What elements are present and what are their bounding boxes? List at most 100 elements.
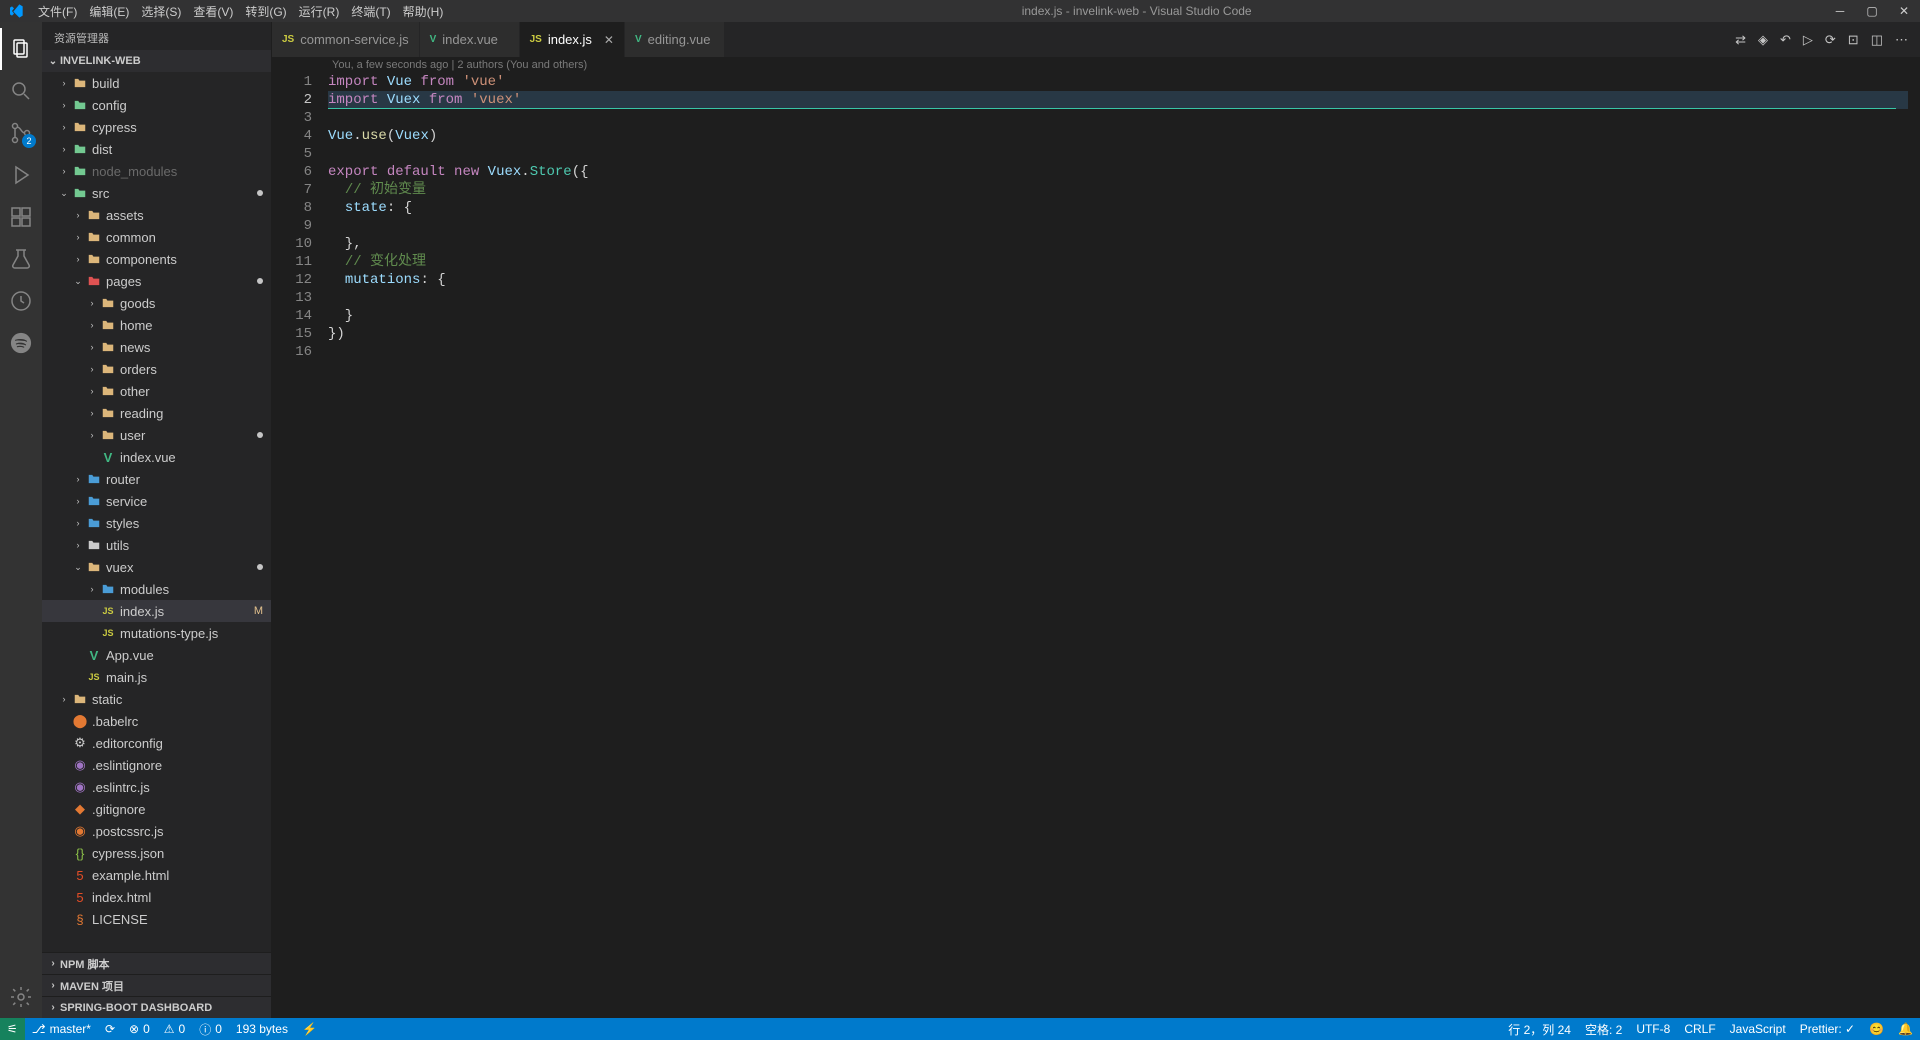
- file-App.vue[interactable]: VApp.vue: [42, 644, 271, 666]
- timeline-icon[interactable]: [0, 280, 42, 322]
- folder-user[interactable]: ›user: [42, 424, 271, 446]
- code-content[interactable]: import Vue from 'vue'import Vuex from 'v…: [328, 73, 1908, 1018]
- minimize-button[interactable]: ─: [1824, 4, 1856, 18]
- statusbar-left-4[interactable]: ⓘ0: [192, 1018, 229, 1040]
- file-mutations-type.js[interactable]: JSmutations-type.js: [42, 622, 271, 644]
- folder-dist[interactable]: ›dist: [42, 138, 271, 160]
- menu-item-3[interactable]: 查看(V): [187, 3, 239, 20]
- code-line[interactable]: },: [328, 235, 1908, 253]
- close-tab-icon[interactable]: ✕: [604, 33, 614, 47]
- statusbar-right-6[interactable]: 😊: [1862, 1018, 1891, 1040]
- folder-other[interactable]: ›other: [42, 380, 271, 402]
- folder-utils[interactable]: ›utils: [42, 534, 271, 556]
- folder-pages[interactable]: ⌄pages: [42, 270, 271, 292]
- tab-index.js[interactable]: JSindex.js✕: [520, 22, 625, 57]
- section-spring-boot-dashboard[interactable]: ›SPRING-BOOT DASHBOARD: [42, 996, 271, 1018]
- code-line[interactable]: [328, 145, 1908, 163]
- file-.babelrc[interactable]: ⬤.babelrc: [42, 710, 271, 732]
- file-index.vue[interactable]: Vindex.vue: [42, 446, 271, 468]
- file-example.html[interactable]: 5example.html: [42, 864, 271, 886]
- file-.gitignore[interactable]: ◆.gitignore: [42, 798, 271, 820]
- run-debug-icon[interactable]: [0, 154, 42, 196]
- section-maven-项目[interactable]: ›MAVEN 项目: [42, 974, 271, 996]
- code-line[interactable]: // 初始变量: [328, 181, 1908, 199]
- code-line[interactable]: // 变化处理: [328, 253, 1908, 271]
- section-npm-脚本[interactable]: ›NPM 脚本: [42, 952, 271, 974]
- folder-home[interactable]: ›home: [42, 314, 271, 336]
- folder-static[interactable]: ›static: [42, 688, 271, 710]
- code-line[interactable]: export default new Vuex.Store({: [328, 163, 1908, 181]
- folder-assets[interactable]: ›assets: [42, 204, 271, 226]
- folder-vuex[interactable]: ⌄vuex: [42, 556, 271, 578]
- split-icon[interactable]: ◫: [1871, 32, 1883, 48]
- folder-node_modules[interactable]: ›node_modules: [42, 160, 271, 182]
- tab-common-service.js[interactable]: JScommon-service.js: [272, 22, 420, 57]
- code-line[interactable]: mutations: {: [328, 271, 1908, 289]
- file-LICENSE[interactable]: §LICENSE: [42, 908, 271, 930]
- folder-reading[interactable]: ›reading: [42, 402, 271, 424]
- close-button[interactable]: ✕: [1888, 4, 1920, 18]
- folder-router[interactable]: ›router: [42, 468, 271, 490]
- scm-icon[interactable]: 2: [0, 112, 42, 154]
- folder-styles[interactable]: ›styles: [42, 512, 271, 534]
- folder-news[interactable]: ›news: [42, 336, 271, 358]
- file-.eslintignore[interactable]: ◉.eslintignore: [42, 754, 271, 776]
- menu-item-6[interactable]: 终端(T): [345, 3, 396, 20]
- menu-item-4[interactable]: 转到(G): [239, 3, 292, 20]
- remote-indicator[interactable]: ⚟: [0, 1018, 25, 1040]
- file-index.html[interactable]: 5index.html: [42, 886, 271, 908]
- folder-config[interactable]: ›config: [42, 94, 271, 116]
- file-.editorconfig[interactable]: ⚙.editorconfig: [42, 732, 271, 754]
- code-line[interactable]: state: {: [328, 199, 1908, 217]
- menu-item-5[interactable]: 运行(R): [293, 3, 346, 20]
- menu-item-1[interactable]: 编辑(E): [83, 3, 135, 20]
- tab-editing.vue[interactable]: Vediting.vue: [625, 22, 725, 57]
- file-index.js[interactable]: JSindex.jsM: [42, 600, 271, 622]
- statusbar-right-4[interactable]: JavaScript: [1723, 1018, 1793, 1040]
- file-.postcssrc.js[interactable]: ◉.postcssrc.js: [42, 820, 271, 842]
- code-editor[interactable]: 12345678910111213141516 import Vue from …: [272, 73, 1920, 1018]
- code-line[interactable]: Vue.use(Vuex): [328, 127, 1908, 145]
- code-line[interactable]: }: [328, 307, 1908, 325]
- menu-item-0[interactable]: 文件(F): [32, 3, 83, 20]
- folder-modules[interactable]: ›modules: [42, 578, 271, 600]
- statusbar-left-5[interactable]: 193 bytes: [229, 1018, 295, 1040]
- folder-orders[interactable]: ›orders: [42, 358, 271, 380]
- folder-src[interactable]: ⌄src: [42, 182, 271, 204]
- maximize-button[interactable]: ▢: [1856, 4, 1888, 18]
- folder-build[interactable]: ›build: [42, 72, 271, 94]
- undo-icon[interactable]: ↶: [1780, 32, 1791, 48]
- statusbar-left-3[interactable]: ⚠0: [157, 1018, 192, 1040]
- project-header[interactable]: ⌄ INVELINK-WEB: [42, 50, 271, 72]
- settings-gear-icon[interactable]: [0, 976, 42, 1018]
- file-cypress.json[interactable]: {}cypress.json: [42, 842, 271, 864]
- code-line[interactable]: [328, 217, 1908, 235]
- statusbar-right-2[interactable]: UTF-8: [1629, 1018, 1677, 1040]
- preview-icon[interactable]: ⊡: [1848, 32, 1859, 48]
- code-line[interactable]: [328, 289, 1908, 307]
- code-line[interactable]: [328, 343, 1908, 361]
- statusbar-right-0[interactable]: 行 2，列 24: [1501, 1018, 1578, 1040]
- folder-cypress[interactable]: ›cypress: [42, 116, 271, 138]
- play-icon[interactable]: ▷: [1803, 32, 1813, 48]
- code-line[interactable]: }): [328, 325, 1908, 343]
- spotify-icon[interactable]: [0, 322, 42, 364]
- folder-common[interactable]: ›common: [42, 226, 271, 248]
- refresh-icon[interactable]: ⟳: [1825, 32, 1836, 48]
- statusbar-right-1[interactable]: 空格: 2: [1578, 1018, 1629, 1040]
- statusbar-left-0[interactable]: ⎇master*: [25, 1018, 98, 1040]
- git-icon[interactable]: ◈: [1758, 32, 1768, 48]
- statusbar-left-1[interactable]: ⟳: [98, 1018, 122, 1040]
- statusbar-right-3[interactable]: CRLF: [1677, 1018, 1722, 1040]
- extensions-icon[interactable]: [0, 196, 42, 238]
- explorer-icon[interactable]: [0, 28, 42, 70]
- minimap[interactable]: [1908, 73, 1920, 1018]
- compare-icon[interactable]: ⇄: [1735, 32, 1746, 48]
- code-line[interactable]: [328, 109, 1908, 127]
- code-line[interactable]: import Vue from 'vue': [328, 73, 1908, 91]
- more-icon[interactable]: ⋯: [1895, 32, 1908, 48]
- folder-components[interactable]: ›components: [42, 248, 271, 270]
- statusbar-right-5[interactable]: Prettier: ✓: [1793, 1018, 1862, 1040]
- menu-item-2[interactable]: 选择(S): [135, 3, 187, 20]
- tab-index.vue[interactable]: Vindex.vue: [420, 22, 520, 57]
